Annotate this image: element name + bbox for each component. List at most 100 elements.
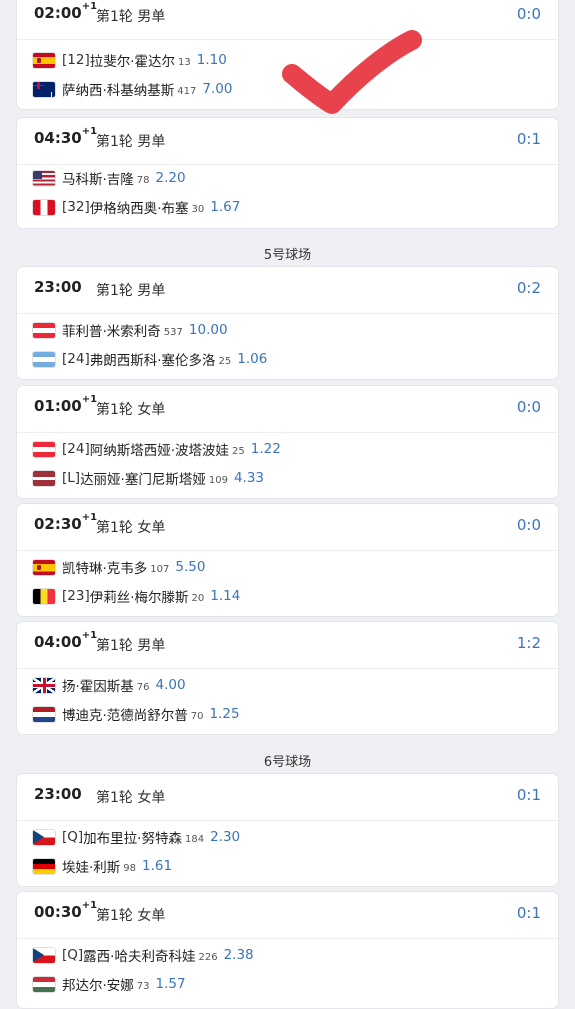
argentina-flag-icon [33,351,55,367]
player-name: 露西·哈夫利奇科娃 [83,949,196,965]
player-rank: 73 [136,980,150,992]
match-card[interactable]: 04:30+1 第1轮 男单 0:1 马科斯·吉隆 78 2.20 [32] 伊格纳… [16,117,559,229]
player-name: 弗朗西斯科·塞伦多洛 [89,353,216,369]
player-odds[interactable]: 7.00 [202,81,232,97]
player-seed: [24] [62,351,90,367]
match-card[interactable]: 00:30+1 第1轮 女单 0:1 [Q] 露西·哈夫利奇科娃 226 2.38 … [16,891,559,1009]
player-name: 埃娃·利斯 [62,860,121,876]
peru-flag-icon [33,199,55,215]
match-time: 04:30+1 [34,126,98,147]
player-row[interactable]: [24] 阿纳斯塔西娅·波塔波娃 25 1.22 [33,439,281,459]
player-odds[interactable]: 2.30 [210,829,240,845]
match-header: 23:00 第1轮 女单 0:1 [17,774,558,821]
player-odds[interactable]: 1.10 [197,52,227,68]
player-odds[interactable]: 1.57 [156,976,186,992]
match-score: 1:2 [516,634,541,652]
player-odds[interactable]: 10.00 [189,322,228,338]
match-round: 第1轮 女单 [96,520,166,536]
spain-flag-icon [33,52,55,68]
player-name: 扬·霍因斯基 [62,679,134,695]
player-odds[interactable]: 2.20 [156,170,186,186]
player-rank: 98 [123,862,137,874]
player-row[interactable]: [23] 伊莉丝·梅尔滕斯 20 1.14 [33,586,240,606]
player-odds[interactable]: 5.50 [175,559,205,575]
match-card[interactable]: 23:00 第1轮 女单 0:1 [Q] 加布里拉·努特森 184 2.30 埃娃·… [16,773,559,887]
player-name: 菲利普·米索利奇 [62,324,161,340]
player-row[interactable]: 马科斯·吉隆 78 2.20 [33,168,186,188]
match-round: 第1轮 男单 [96,134,166,150]
match-time: 00:30+1 [34,900,98,921]
player-odds[interactable]: 1.06 [237,351,267,367]
match-header: 04:30+1 第1轮 男单 0:1 [17,118,558,165]
match-score: 0:1 [516,786,541,804]
czech-flag-icon [33,829,55,845]
player-rank: 25 [218,355,232,367]
match-time: 23:00 [34,785,82,803]
player-rank: 417 [177,85,197,97]
austria-flag-icon [33,441,55,457]
player-name: 伊格纳西奥·布塞 [89,201,189,217]
match-card[interactable]: 04:00+1 第1轮 男单 1:2 扬·霍因斯基 76 4.00 博迪克·范德尚舒… [16,621,559,735]
match-round: 第1轮 男单 [96,638,166,654]
match-score: 0:1 [516,130,541,148]
player-row[interactable]: [32] 伊格纳西奥·布塞 30 1.67 [33,197,240,217]
player-seed: [32] [62,199,90,215]
player-row[interactable]: 萨纳西·科基纳基斯 417 7.00 [33,79,232,99]
player-seed: [23] [62,588,90,604]
player-rank: 537 [163,326,183,338]
section-title-court-5: 5号球场 [263,248,312,263]
player-odds[interactable]: 1.14 [210,588,240,604]
match-time: 02:00+1 [34,1,98,22]
player-odds[interactable]: 4.00 [156,677,186,693]
australia-flag-icon [33,81,55,97]
player-odds[interactable]: 4.33 [234,470,264,486]
player-row[interactable]: 博迪克·范德尚舒尔普 70 1.25 [33,704,240,724]
match-round: 第1轮 女单 [96,908,166,924]
match-header: 23:00 第1轮 男单 0:2 [17,267,558,314]
player-row[interactable]: 凯特琳·克韦多 107 5.50 [33,557,205,577]
player-rank: 109 [208,474,228,486]
player-row[interactable]: 扬·霍因斯基 76 4.00 [33,675,186,695]
player-name: 拉斐尔·霍达尔 [89,54,176,70]
match-round: 第1轮 男单 [96,283,166,299]
player-row[interactable]: 埃娃·利斯 98 1.61 [33,856,172,876]
player-row[interactable]: 邦达尔·安娜 73 1.57 [33,974,186,994]
match-card[interactable]: 01:00+1 第1轮 女单 0:0 [24] 阿纳斯塔西娅·波塔波娃 25 1.2… [16,385,559,499]
uk-flag-icon [33,677,55,693]
player-row[interactable]: 菲利普·米索利奇 537 10.00 [33,320,228,340]
player-rank: 13 [178,56,191,68]
section-title-court-6: 6号球场 [263,755,312,770]
player-odds[interactable]: 1.25 [210,706,240,722]
player-seed: [Q] [62,829,84,845]
player-name: 邦达尔·安娜 [62,978,134,994]
match-header: 00:30+1 第1轮 女单 0:1 [17,892,558,939]
player-rank: 30 [191,203,205,215]
player-rank: 184 [184,833,205,845]
player-row[interactable]: [L] 达丽娅·塞门尼斯塔娅 109 4.33 [33,468,264,488]
match-header: 02:30+1 第1轮 女单 0:0 [17,504,558,551]
red-checkmark-icon [282,30,422,114]
hungary-flag-icon [33,976,55,992]
match-score: 0:0 [516,398,541,416]
match-header: 04:00+1 第1轮 男单 1:2 [17,622,558,669]
player-odds[interactable]: 1.61 [142,858,172,874]
player-seed: [12] [62,52,90,68]
match-score: 0:0 [516,5,541,23]
match-card[interactable]: 02:30+1 第1轮 女单 0:0 凯特琳·克韦多 107 5.50 [23] 伊… [16,503,559,617]
player-name: 伊莉丝·梅尔滕斯 [89,590,189,606]
player-seed: [24] [62,441,90,457]
player-row[interactable]: [Q] 加布里拉·努特森 184 2.30 [33,827,240,847]
player-odds[interactable]: 1.22 [251,441,281,457]
latvia-flag-icon [33,470,55,486]
match-score: 0:0 [516,516,541,534]
match-round: 第1轮 女单 [96,790,166,806]
match-card[interactable]: 23:00 第1轮 男单 0:2 菲利普·米索利奇 537 10.00 [24] 弗… [16,266,559,380]
player-row[interactable]: [24] 弗朗西斯科·塞伦多洛 25 1.06 [33,349,267,369]
player-odds[interactable]: 1.67 [210,199,240,215]
player-rank: 25 [232,445,245,457]
player-row[interactable]: [12] 拉斐尔·霍达尔 13 1.10 [33,50,227,70]
player-odds[interactable]: 2.38 [224,947,254,963]
player-name: 达丽娅·塞门尼斯塔娅 [80,472,206,488]
match-time: 01:00+1 [34,394,98,415]
player-row[interactable]: [Q] 露西·哈夫利奇科娃 226 2.38 [33,945,254,965]
